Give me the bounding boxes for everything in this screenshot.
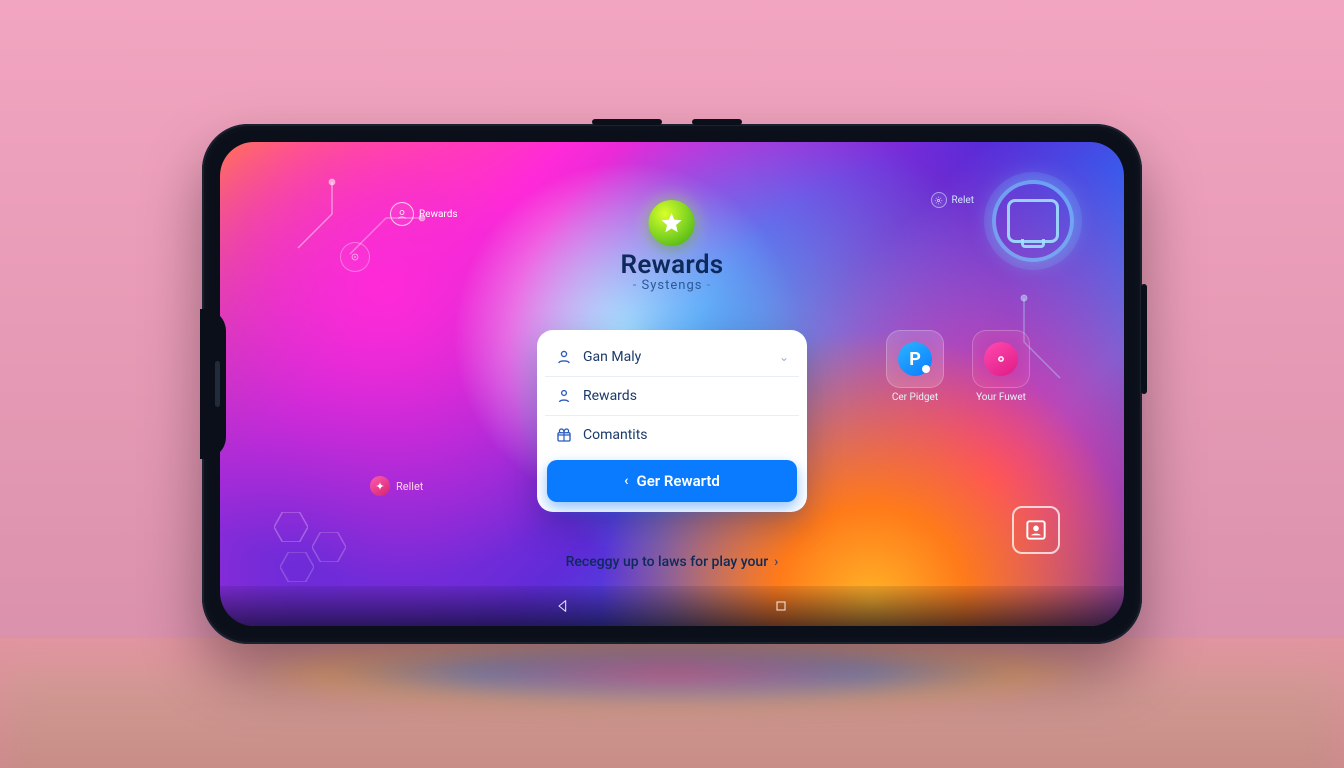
app-subtitle: Systengs (621, 278, 724, 293)
camera-notch (200, 309, 226, 459)
nav-back-button[interactable] (554, 597, 572, 615)
contact-card-icon (1023, 517, 1049, 543)
app-header: Rewards Systengs (621, 200, 724, 293)
screen: Rewards Relet Rewards Systengs (220, 142, 1124, 626)
tile-wallet[interactable]: Your Fuwet (966, 330, 1036, 403)
shortcut-tiles: P Cer Pidget Your Fuwet (880, 330, 1036, 403)
gift-icon (555, 426, 573, 444)
monitor-icon (1007, 199, 1059, 243)
tile-label: Your Fuwet (966, 392, 1036, 403)
promo-line[interactable]: Receggy up to laws for play your › (566, 554, 779, 570)
tile-label: Cer Pidget (880, 392, 950, 403)
tile-points[interactable]: P Cer Pidget (880, 330, 950, 403)
promo-text: Receggy up to laws for play your (566, 554, 769, 570)
hexagon-decor (274, 512, 308, 542)
bottom-left-pill[interactable]: ✦ Rellet (370, 476, 423, 496)
main-card: Gan Maly ⌄ Rewards Comantits ‹ Ger Rewar… (537, 330, 807, 512)
menu-item-account[interactable]: Gan Maly ⌄ (545, 338, 799, 376)
app-title: Rewards (621, 250, 724, 280)
volume-button-2 (692, 119, 742, 125)
nav-home-button[interactable] (772, 597, 790, 615)
letter-p-icon: P (898, 342, 932, 376)
menu-item-label: Gan Maly (583, 349, 641, 365)
star-logo-icon (649, 200, 695, 246)
coin-icon (984, 342, 1018, 376)
top-left-chip-label: Rewards (419, 209, 458, 220)
top-right-chip[interactable]: Relet (931, 192, 974, 208)
top-left-chip[interactable]: Rewards (390, 202, 458, 226)
pill-label: Rellet (396, 480, 423, 493)
spark-icon: ✦ (370, 476, 390, 496)
android-navbar (220, 586, 1124, 626)
person-icon (555, 387, 573, 405)
user-icon (555, 348, 573, 366)
top-right-chip-label: Relet (952, 195, 974, 206)
hexagon-decor (280, 552, 314, 582)
menu-item-label: Rewards (583, 388, 637, 404)
reflection-glow (262, 638, 1082, 708)
target-icon (340, 242, 370, 272)
volume-button-1 (592, 119, 662, 125)
hexagon-decor (312, 532, 346, 562)
cta-label: Ger Rewartd (636, 472, 719, 490)
gear-icon (931, 192, 947, 208)
menu-item-community[interactable]: Comantits (545, 415, 799, 454)
profile-ring-button[interactable] (992, 180, 1074, 262)
get-reward-button[interactable]: ‹ Ger Rewartd (547, 460, 797, 502)
contact-button[interactable] (1012, 506, 1060, 554)
power-button (1141, 284, 1147, 394)
menu-item-label: Comantits (583, 427, 648, 443)
target-chip (340, 242, 370, 272)
menu-item-rewards[interactable]: Rewards (545, 376, 799, 415)
tablet-device: Rewards Relet Rewards Systengs (202, 124, 1142, 644)
chevron-left-icon: ‹ (624, 473, 628, 489)
chevron-right-icon: › (774, 554, 778, 570)
chevron-right-icon: ⌄ (779, 350, 789, 364)
rewards-chip-icon (390, 202, 414, 226)
